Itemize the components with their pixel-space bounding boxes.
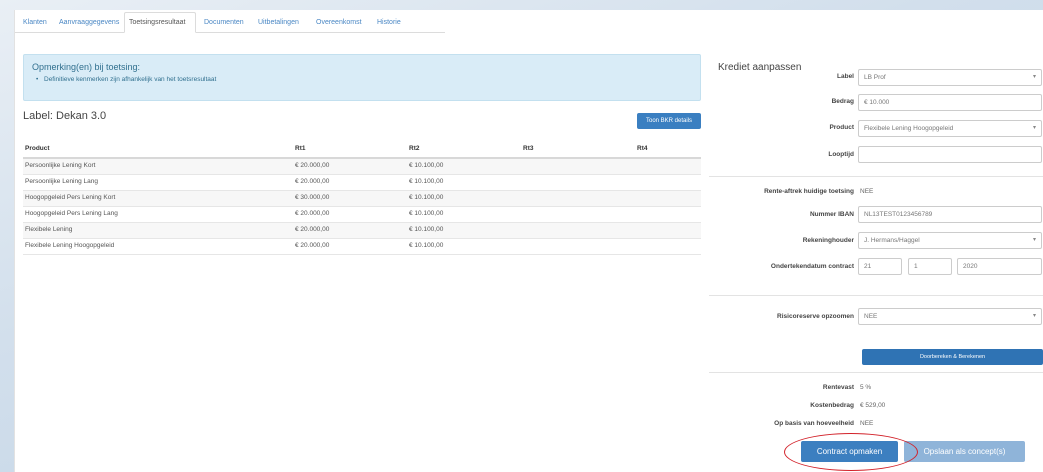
tab-klanten[interactable]: Klanten [19, 13, 53, 32]
panel-title: Krediet aanpassen [718, 62, 802, 73]
kosten-label: Kostenbedrag [810, 402, 854, 409]
iban-label: Nummer IBAN [809, 211, 854, 218]
chevron-down-icon: ▾ [1032, 237, 1036, 243]
divider [709, 295, 1043, 296]
product-select-value: Flexibele Lening Hoogopgeleid [864, 125, 954, 132]
renteaftrek-value: NEE [860, 188, 874, 195]
label-heading: Label: Dekan 3.0 [23, 110, 107, 122]
column-header-rt3: Rt3 [523, 145, 534, 152]
rt1-cell: € 20.000,00 [295, 178, 330, 185]
rt1-cell: € 30.000,00 [295, 194, 330, 201]
rt1-cell: € 20.000,00 [295, 210, 330, 217]
rt2-cell: € 10.100,00 [409, 194, 444, 201]
opslaan-concept-button[interactable]: Opslaan als concept(s) [904, 441, 1025, 462]
date-day-input[interactable]: 21 [858, 258, 902, 275]
rekeninghouder-label: Rekeninghouder [802, 237, 854, 244]
iban-input[interactable]: NL13TEST0123456789 [858, 206, 1042, 223]
table-header: Product Rt1 Rt2 Rt3 Rt4 [23, 142, 701, 159]
bkr-details-button[interactable]: Toon BKR details [637, 113, 701, 129]
rentevast-value: 5 % [860, 384, 872, 391]
risico-label: Risicoreserve opzoomen [777, 313, 854, 320]
label-select-value: LB Prof [864, 74, 886, 81]
rt2-cell: € 10.100,00 [409, 242, 444, 249]
product-cell: Persoonlijke Lening Kort [25, 162, 96, 169]
rt1-cell: € 20.000,00 [295, 242, 330, 249]
tab-toetsingsresultaat[interactable]: Toetsingsresultaat [124, 12, 196, 33]
info-alert: Opmerking(en) bij toetsing: Definitieve … [23, 54, 701, 101]
table-row: Persoonlijke Lening Kort € 20.000,00 € 1… [23, 159, 701, 175]
kosten-value: € 529,00 [860, 402, 886, 409]
basis-value: NEE [860, 420, 874, 427]
table-row: Hoogopgeleid Pers Lening Lang € 20.000,0… [23, 207, 701, 223]
tab-overeenkomst[interactable]: Overeenkomst [312, 13, 370, 32]
date-year-input[interactable]: 2020 [957, 258, 1042, 275]
contract-opmaken-button[interactable]: Contract opmaken [801, 441, 898, 462]
berekenen-button[interactable]: Doorbereken & Berekenen [862, 349, 1043, 365]
rt2-cell: € 10.100,00 [409, 162, 444, 169]
chevron-down-icon: ▾ [1032, 74, 1036, 80]
renteaftrek-label: Rente-aftrek huidige toetsing [764, 188, 854, 195]
risico-select-value: NEE [864, 313, 878, 320]
product-cell: Flexibele Lening [25, 226, 73, 233]
tab-documenten[interactable]: Documenten [200, 13, 250, 32]
column-header-rt1: Rt1 [295, 145, 306, 152]
info-title: Opmerking(en) bij toetsing: [32, 62, 141, 72]
table-row: Hoogopgeleid Pers Lening Kort € 30.000,0… [23, 191, 701, 207]
label-select[interactable]: LB Prof ▾ [858, 69, 1042, 86]
table-row: Flexibele Lening Hoogopgeleid € 20.000,0… [23, 239, 701, 255]
basis-label: Op basis van hoeveelheid [774, 420, 854, 427]
divider [709, 372, 1043, 373]
rekeninghouder-select[interactable]: J. Hermans/Haggel ▾ [858, 232, 1042, 249]
product-select[interactable]: Flexibele Lening Hoogopgeleid ▾ [858, 120, 1042, 137]
looptijd-input[interactable] [858, 146, 1042, 163]
rt1-cell: € 20.000,00 [295, 162, 330, 169]
tab-historie[interactable]: Historie [373, 13, 417, 32]
results-table: Product Rt1 Rt2 Rt3 Rt4 Persoonlijke Len… [23, 142, 701, 255]
rt1-cell: € 20.000,00 [295, 226, 330, 233]
label-field-label: Label [837, 73, 854, 80]
product-cell: Persoonlijke Lening Lang [25, 178, 98, 185]
column-header-rt4: Rt4 [637, 145, 648, 152]
chevron-down-icon: ▾ [1032, 313, 1036, 319]
product-cell: Flexibele Lening Hoogopgeleid [25, 242, 115, 249]
table-body: Persoonlijke Lening Kort € 20.000,00 € 1… [23, 159, 701, 255]
table-row: Persoonlijke Lening Lang € 20.000,00 € 1… [23, 175, 701, 191]
product-cell: Hoogopgeleid Pers Lening Kort [25, 194, 116, 201]
main-page: Klanten Aanvraaggegevens Toetsingsresult… [14, 10, 1043, 472]
ondertekendatum-label: Ondertekendatum contract [770, 263, 854, 270]
column-header-rt2: Rt2 [409, 145, 420, 152]
rekeninghouder-value: J. Hermans/Haggel [864, 237, 920, 244]
product-cell: Hoogopgeleid Pers Lening Lang [25, 210, 118, 217]
divider [709, 176, 1043, 177]
column-header-product: Product [25, 145, 50, 152]
table-row: Flexibele Lening € 20.000,00 € 10.100,00 [23, 223, 701, 239]
risico-select[interactable]: NEE ▾ [858, 308, 1042, 325]
tab-bar: Klanten Aanvraaggegevens Toetsingsresult… [15, 10, 445, 33]
rt2-cell: € 10.100,00 [409, 226, 444, 233]
bedrag-label: Bedrag [831, 98, 854, 105]
product-label: Product [829, 124, 854, 131]
rt2-cell: € 10.100,00 [409, 178, 444, 185]
tab-uitbetalingen[interactable]: Uitbetalingen [254, 13, 308, 32]
bedrag-input[interactable]: € 10.000 [858, 94, 1042, 111]
info-item: Definitieve kenmerken zijn afhankelijk v… [36, 76, 216, 83]
date-month-input[interactable]: 1 [908, 258, 952, 275]
chevron-down-icon: ▾ [1032, 125, 1036, 131]
rt2-cell: € 10.100,00 [409, 210, 444, 217]
rentevast-label: Rentevast [822, 384, 854, 391]
looptijd-label: Looptijd [828, 151, 854, 158]
tab-aanvraaggegevens[interactable]: Aanvraaggegevens [55, 13, 121, 32]
